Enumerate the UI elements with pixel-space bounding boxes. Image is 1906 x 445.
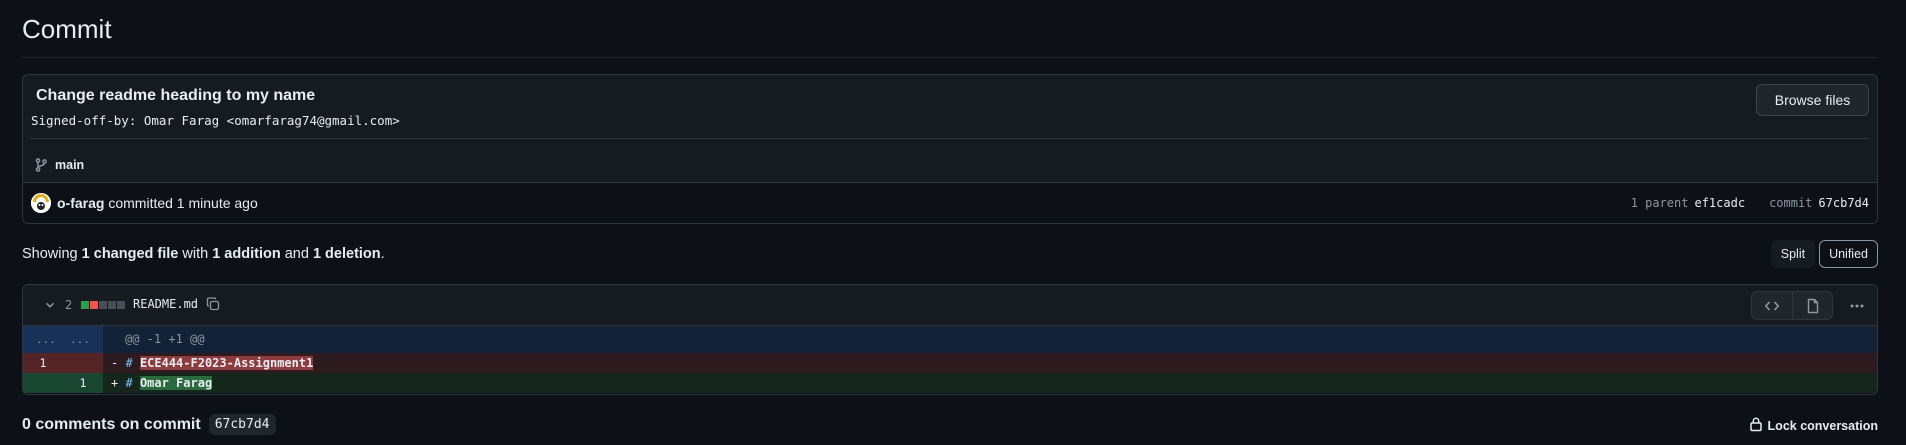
new-line-number[interactable]: 1 bbox=[63, 373, 103, 393]
file-name-link[interactable]: README.md bbox=[133, 297, 198, 311]
added-line: 1 + # Omar Farag bbox=[23, 373, 1877, 393]
old-line-number-empty bbox=[23, 373, 63, 393]
code-icon[interactable] bbox=[1752, 292, 1792, 319]
git-branch-icon bbox=[33, 157, 49, 173]
lock-icon bbox=[1749, 416, 1763, 435]
unified-view-button[interactable]: Unified bbox=[1819, 240, 1878, 268]
hunk-gutter-right: ... bbox=[70, 333, 90, 346]
code-content: - # ECE444-F2023-Assignment1 bbox=[103, 353, 1877, 373]
commit-sha: 67cb7d4 bbox=[1818, 196, 1869, 210]
summary-and: and bbox=[284, 246, 309, 262]
branch-name: main bbox=[55, 158, 85, 172]
copy-icon[interactable] bbox=[205, 296, 221, 315]
comments-title: 0 comments on commit bbox=[22, 415, 201, 433]
code-content: + # Omar Farag bbox=[103, 373, 1877, 393]
summary-deletions: 1 deletion bbox=[312, 246, 381, 262]
diff-summary: Showing 1 changed file with 1 addition a… bbox=[22, 246, 385, 262]
diffstat-addition bbox=[81, 301, 89, 309]
lock-label: Lock conversation bbox=[1767, 418, 1878, 433]
commit-sha-pill: 67cb7d4 bbox=[208, 414, 276, 435]
lock-conversation-button[interactable]: Lock conversation bbox=[1749, 416, 1878, 435]
commit-label: commit bbox=[1769, 196, 1813, 210]
diffstat-neutral bbox=[108, 301, 116, 309]
browse-files-button[interactable]: Browse files bbox=[1756, 84, 1869, 116]
change-count: 2 bbox=[65, 298, 73, 312]
diffstat-neutral bbox=[99, 301, 107, 309]
kebab-icon[interactable] bbox=[1849, 299, 1865, 315]
summary-prefix: Showing bbox=[22, 246, 78, 262]
diffstat-bar bbox=[81, 301, 125, 309]
chevron-down-icon[interactable] bbox=[43, 298, 57, 315]
branch-link[interactable]: main bbox=[33, 157, 84, 173]
summary-with: with bbox=[182, 246, 209, 262]
summary-end: . bbox=[380, 246, 385, 262]
new-line-number-empty bbox=[63, 353, 103, 373]
file-header: 2 README.md bbox=[23, 285, 1877, 326]
file-view-group bbox=[1751, 291, 1833, 320]
diff-view-toggle: Split Unified bbox=[1770, 240, 1878, 268]
summary-additions: 1 addition bbox=[212, 246, 281, 262]
diff-sign: - bbox=[111, 356, 119, 370]
old-line-number[interactable]: 1 bbox=[23, 353, 63, 373]
diffstat-neutral bbox=[117, 301, 125, 309]
commit-description: Signed-off-by: Omar Farag <omarfarag74@g… bbox=[31, 113, 400, 128]
divider bbox=[22, 57, 1878, 58]
hunk-gutter-left: ... bbox=[36, 333, 56, 346]
commit-time: committed 1 minute ago bbox=[108, 195, 258, 211]
markdown-hash: # bbox=[125, 376, 133, 390]
split-view-button[interactable]: Split bbox=[1770, 240, 1816, 268]
deleted-text: ECE444-F2023-Assignment1 bbox=[139, 356, 314, 370]
added-text: Omar Farag bbox=[139, 376, 213, 390]
page-title: Commit bbox=[22, 14, 112, 44]
file-icon[interactable] bbox=[1792, 292, 1832, 319]
avatar[interactable] bbox=[31, 193, 51, 213]
hunk-header: @@ -1 +1 @@ bbox=[103, 326, 1877, 353]
commit-box: Change readme heading to my name Signed-… bbox=[22, 74, 1878, 224]
divider bbox=[31, 138, 1869, 139]
summary-files: 1 changed file bbox=[81, 246, 179, 262]
comments-heading: 0 comments on commit 67cb7d4 bbox=[22, 414, 276, 435]
parent-label: 1 parent bbox=[1630, 196, 1689, 210]
expand-hunk[interactable]: ... ... bbox=[23, 326, 103, 353]
author-link[interactable]: o-farag bbox=[57, 195, 104, 211]
markdown-hash: # bbox=[125, 356, 133, 370]
commit-title: Change readme heading to my name bbox=[36, 87, 316, 104]
hunk-row: ... ... @@ -1 +1 @@ bbox=[23, 326, 1877, 353]
diffstat-deletion bbox=[90, 301, 98, 309]
parent-sha-link[interactable]: ef1cadc bbox=[1694, 196, 1745, 210]
diff-sign: + bbox=[111, 376, 119, 390]
file-diff: 2 README.md ... ... @@ -1 +1 @@ 1 - # EC… bbox=[22, 284, 1878, 395]
deleted-line: 1 - # ECE444-F2023-Assignment1 bbox=[23, 353, 1877, 373]
author-row: o-farag committed 1 minute ago 1 parent … bbox=[23, 182, 1877, 223]
